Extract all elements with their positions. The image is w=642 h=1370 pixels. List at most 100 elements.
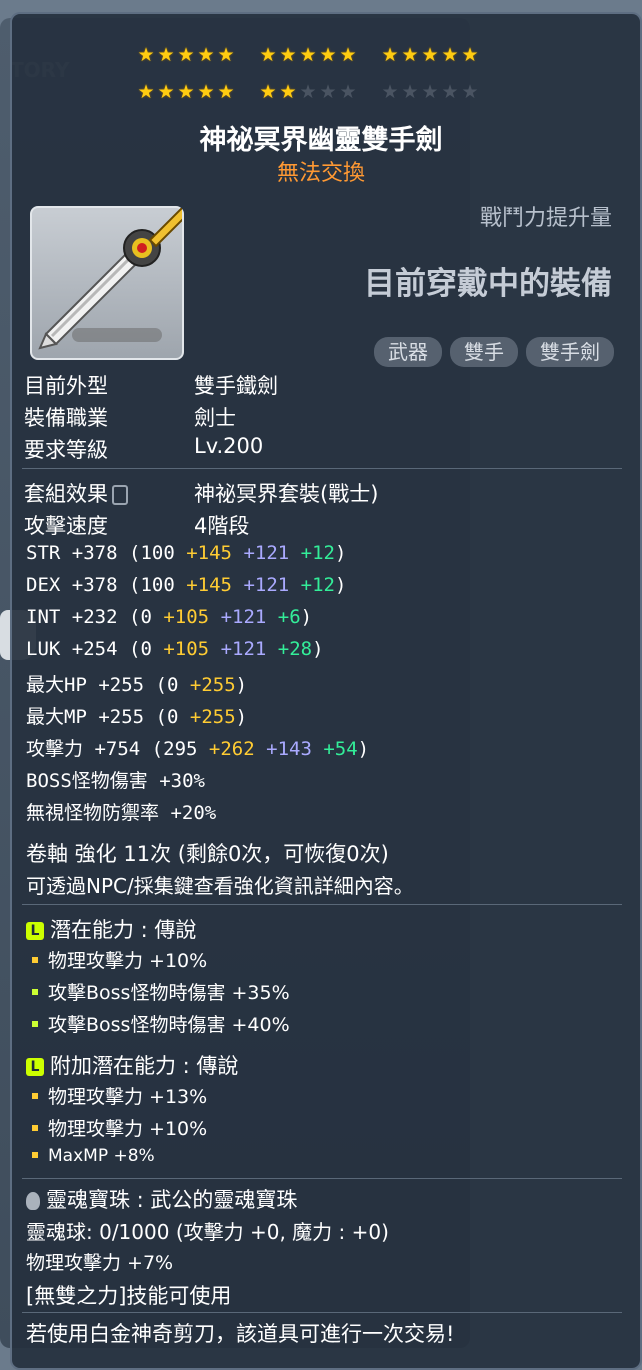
divider xyxy=(22,1312,622,1313)
star-icon: ★ xyxy=(137,81,155,103)
star-icon: ★ xyxy=(441,81,459,103)
star-icon: ★ xyxy=(197,44,215,66)
tag-two-handed-sword: 雙手劍 xyxy=(526,337,614,367)
star-icon: ★ xyxy=(381,81,399,103)
attack-speed-value: 4階段 xyxy=(194,514,250,538)
additional-line: MaxMP +8% xyxy=(26,1146,155,1166)
stat-base: 0 xyxy=(167,706,179,728)
star-icon: ★ xyxy=(259,44,277,66)
star-icon: ★ xyxy=(441,44,459,66)
stat-total: +378 xyxy=(71,574,118,596)
legendary-badge-icon: L xyxy=(26,922,44,940)
stat-flame: +145 xyxy=(186,574,232,596)
star-icon: ★ xyxy=(401,81,419,103)
equipped-label: 目前穿戴中的裝備 xyxy=(364,266,612,302)
legendary-badge-icon: L xyxy=(26,1058,44,1076)
stat-name: 最大HP xyxy=(26,674,87,696)
potential-line: 攻擊Boss怪物時傷害 +35% xyxy=(26,978,290,1005)
info-label: 要求等級 xyxy=(24,438,108,462)
stat-scroll: +54 xyxy=(323,738,358,760)
stat-max-hp: 最大HP +255 (0 +255) xyxy=(26,674,248,696)
item-name: 神祕冥界幽靈雙手劍 xyxy=(199,125,443,156)
star-group: ★ ★ ★ ★ ★ xyxy=(137,46,235,68)
soul-title-text: 靈魂寶珠 : 武公的靈魂寶珠 xyxy=(46,1188,298,1212)
star-icon: ★ xyxy=(319,81,337,103)
stat-dex: DEX +378 (100 +145 +121 +12) xyxy=(26,574,347,596)
tag-weapon: 武器 xyxy=(374,337,442,367)
star-icon: ★ xyxy=(177,44,195,66)
set-effect-value: 神祕冥界套裝(戰士) xyxy=(194,482,379,506)
stat-total: +255 xyxy=(98,706,145,728)
stat-max-mp: 最大MP +255 (0 +255) xyxy=(26,706,248,728)
stat-total: +20% xyxy=(170,802,217,824)
star-icon: ★ xyxy=(421,44,439,66)
stat-flame: +105 xyxy=(163,606,210,628)
bullet-icon xyxy=(32,1151,38,1158)
stat-base: 0 xyxy=(140,606,152,628)
stat-name: 攻擊力 xyxy=(26,738,84,760)
additional-title-text: 附加潛在能力 : 傳說 xyxy=(50,1054,239,1078)
stat-starforce: +143 xyxy=(266,738,312,760)
stat-flame: +262 xyxy=(208,738,255,760)
potential-text: 物理攻擊力 +10% xyxy=(48,950,208,972)
star-group: ★ ★ ★ ★ ★ xyxy=(137,83,235,105)
stat-name: STR xyxy=(26,542,61,564)
star-icon: ★ xyxy=(339,81,357,103)
star-icon: ★ xyxy=(279,44,297,66)
star-icon: ★ xyxy=(197,81,215,103)
star-icon: ★ xyxy=(299,44,317,66)
sword-icon xyxy=(38,206,190,350)
stat-flame: +145 xyxy=(186,542,232,564)
star-icon: ★ xyxy=(319,44,337,66)
stat-ignore-defense: 無視怪物防禦率 +20% xyxy=(26,798,216,825)
stat-name: 最大MP xyxy=(26,706,87,728)
power-increase-label: 戰鬥力提升量 xyxy=(479,206,612,231)
stat-starforce: +121 xyxy=(220,606,267,628)
stat-base: 295 xyxy=(163,738,198,760)
stat-int: INT +232 (0 +105 +121 +6) xyxy=(26,606,313,628)
info-level: 要求等級 Lv.200 xyxy=(24,434,263,464)
info-appearance: 目前外型 雙手鐵劍 xyxy=(24,370,278,400)
star-icon: ★ xyxy=(461,81,479,103)
star-icon: ★ xyxy=(157,44,175,66)
star-group: ★ ★ ★ ★ ★ xyxy=(259,83,357,105)
info-job: 裝備職業 劍士 xyxy=(24,402,236,432)
star-force-row-1: ★ ★ ★ ★ ★ ★ ★ ★ ★ ★ ★ ★ ★ ★ ★ xyxy=(137,46,517,68)
stat-attack: 攻擊力 +754 (295 +262 +143 +54) xyxy=(26,738,370,760)
star-icon: ★ xyxy=(279,81,297,103)
additional-text: 物理攻擊力 +10% xyxy=(48,1118,208,1140)
info-label: 裝備職業 xyxy=(24,406,108,430)
bullet-icon xyxy=(32,1093,38,1099)
item-tags: 武器 雙手 雙手劍 xyxy=(374,337,614,367)
stat-total: +254 xyxy=(71,638,118,660)
star-icon: ★ xyxy=(137,44,155,66)
set-effect-row: 套組效果 神祕冥界套裝(戰士) xyxy=(24,478,378,508)
potential-line: 物理攻擊力 +10% xyxy=(26,946,207,973)
stat-str: STR +378 (100 +145 +121 +12) xyxy=(26,542,347,564)
info-value: 劍士 xyxy=(194,406,236,430)
star-icon: ★ xyxy=(339,44,357,66)
star-group: ★ ★ ★ ★ ★ xyxy=(381,46,479,68)
stat-name: LUK xyxy=(26,638,61,660)
stat-scroll: +6 xyxy=(277,606,301,628)
star-icon: ★ xyxy=(381,44,399,66)
bullet-icon xyxy=(32,1125,38,1131)
stat-name: DEX xyxy=(26,574,61,596)
stat-starforce: +121 xyxy=(243,542,290,564)
additional-line: 物理攻擊力 +13% xyxy=(26,1082,207,1109)
stat-flame: +105 xyxy=(163,638,210,660)
soul-skill: [無雙之力]技能可使用 xyxy=(26,1284,232,1308)
divider xyxy=(22,1178,622,1179)
star-group: ★ ★ ★ ★ ★ xyxy=(381,83,479,105)
attack-speed-row: 攻擊速度 4階段 xyxy=(24,510,249,540)
potential-text: 攻擊Boss怪物時傷害 +40% xyxy=(48,1014,290,1036)
stat-base: 0 xyxy=(140,638,152,660)
lock-icon[interactable] xyxy=(112,485,128,505)
stat-scroll: +12 xyxy=(300,542,335,564)
additional-text: 物理攻擊力 +13% xyxy=(48,1086,208,1108)
info-label: 目前外型 xyxy=(24,374,108,398)
soul-effect: 物理攻擊力 +7% xyxy=(26,1252,174,1274)
star-icon: ★ xyxy=(217,81,235,103)
scroll-upgrade-info: 卷軸 強化 11次 (剩餘0次，可恢復0次) xyxy=(26,842,389,866)
stat-scroll: +12 xyxy=(300,574,335,596)
